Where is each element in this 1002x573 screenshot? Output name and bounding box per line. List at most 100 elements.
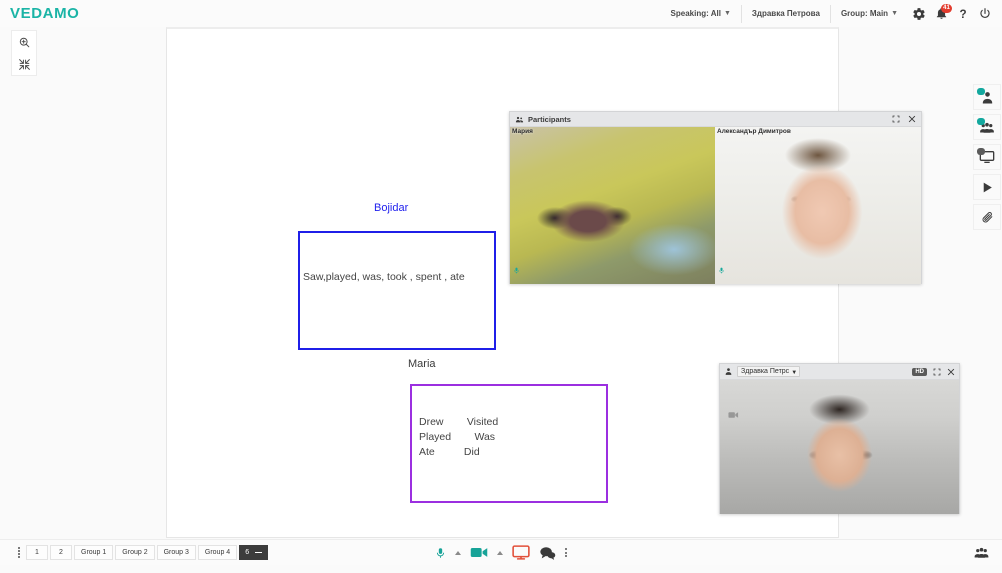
participants-panel-title: Participants xyxy=(528,114,571,124)
page-tab-active[interactable]: 6 xyxy=(239,545,269,560)
status-dot xyxy=(977,88,985,95)
whiteboard-label-maria: Maria xyxy=(408,358,436,370)
whiteboard-label-bojidar: Bojidar xyxy=(374,202,409,214)
close-icon[interactable] xyxy=(908,115,916,123)
help-button[interactable]: ? xyxy=(952,3,974,25)
participant-mic-indicator xyxy=(513,263,520,281)
people-icon xyxy=(515,116,524,122)
app-logo: VEDAMO xyxy=(10,5,80,22)
participants-panel-actions xyxy=(892,115,916,123)
page-tabs: 1 2 Group 1 Group 2 Group 3 Group 4 6 xyxy=(14,545,269,560)
participant-mic-indicator xyxy=(718,263,725,281)
status-dot xyxy=(977,148,985,155)
participant-tile[interactable]: Александър Димитров xyxy=(715,127,921,284)
attendance-button[interactable] xyxy=(973,545,990,560)
drag-handle-icon[interactable] xyxy=(14,547,24,558)
camera-icon xyxy=(728,412,739,418)
rail-item-participants[interactable] xyxy=(973,84,1001,110)
settings-button[interactable] xyxy=(908,3,930,25)
microphone-icon xyxy=(436,547,445,558)
user-label: Здравка Петрова xyxy=(751,8,820,18)
self-video-device-label: Здравка Петрс xyxy=(741,368,790,375)
participant-name: Мария xyxy=(512,128,533,135)
gear-icon xyxy=(913,7,925,20)
more-vertical-icon[interactable] xyxy=(565,548,567,557)
hd-badge[interactable]: HD xyxy=(912,367,927,376)
magnifier-zoom-in-icon xyxy=(19,37,29,48)
participant-tile[interactable]: Мария xyxy=(510,127,715,284)
svg-text:?: ? xyxy=(959,8,966,21)
page-tab[interactable]: 2 xyxy=(50,545,72,560)
self-video-overlay-camera xyxy=(728,406,739,424)
speaking-label: Speaking: All xyxy=(670,8,721,18)
participants-panel-header[interactable]: Participants xyxy=(510,112,921,127)
self-video-device-select[interactable]: Здравка Петрс ▼ xyxy=(737,366,801,377)
expand-icon[interactable] xyxy=(892,115,900,123)
power-icon xyxy=(980,7,990,18)
participants-panel: Participants Мария Александър Димитров xyxy=(509,111,922,284)
logout-button[interactable] xyxy=(974,3,996,25)
participant-video-stream xyxy=(510,127,715,284)
page-tab-label: 6 xyxy=(245,549,250,556)
chevron-up-icon[interactable] xyxy=(455,550,461,555)
notifications-badge: 41 xyxy=(941,3,952,13)
participant-video-stream xyxy=(715,127,921,284)
chevron-down-icon: ▼ xyxy=(791,370,798,376)
page-tab[interactable]: Group 3 xyxy=(156,545,196,560)
page-tab[interactable]: Group 2 xyxy=(115,545,155,560)
paperclip-icon xyxy=(982,211,992,222)
page-tab[interactable]: 1 xyxy=(26,545,48,560)
chevron-down-icon: ▼ xyxy=(891,9,898,17)
rail-item-media-player[interactable] xyxy=(973,174,1001,200)
collapse-arrows-icon xyxy=(18,59,30,70)
camera-icon xyxy=(470,548,488,557)
vedamo-virtual-classroom: VEDAMO Speaking: All ▼ Здравка Петрова G… xyxy=(0,0,1002,573)
close-icon[interactable] xyxy=(947,368,955,376)
microphone-icon xyxy=(719,267,724,274)
self-video-feed xyxy=(720,380,959,514)
whiteboard-text-maria[interactable]: Drew Visited Played Was Ate Did xyxy=(419,415,498,460)
person-icon xyxy=(725,368,732,375)
rail-item-screen-share[interactable] xyxy=(973,144,1001,170)
page-tab[interactable]: Group 4 xyxy=(197,545,238,560)
speaking-selector[interactable]: Speaking: All ▼ xyxy=(661,4,742,23)
play-icon xyxy=(983,182,992,192)
self-video-header: Здравка Петрс ▼ HD xyxy=(720,364,959,380)
group-selector[interactable]: Group: Main ▼ xyxy=(831,5,908,23)
participants-video-grid: Мария Александър Димитров xyxy=(510,127,921,284)
minus-icon[interactable] xyxy=(255,551,263,554)
right-tool-rail xyxy=(972,84,1002,230)
top-bar-right-group: Speaking: All ▼ Здравка Петрова Group: M… xyxy=(661,0,996,27)
session-controls xyxy=(435,545,567,561)
chat-toggle[interactable] xyxy=(539,546,556,560)
status-dot xyxy=(977,118,985,125)
participant-name: Александър Димитров xyxy=(717,128,791,135)
current-user-name: Здравка Петрова xyxy=(742,4,831,23)
expand-icon[interactable] xyxy=(933,368,941,376)
microphone-icon xyxy=(514,267,519,274)
screen-share-icon xyxy=(512,545,530,560)
bottom-bar: 1 2 Group 1 Group 2 Group 3 Group 4 6 xyxy=(0,539,1002,565)
notifications-button[interactable]: 41 xyxy=(930,3,952,25)
chevron-down-icon: ▼ xyxy=(723,9,731,17)
group-label: Group: Main xyxy=(840,8,889,18)
chat-bubbles-icon xyxy=(540,546,556,560)
camera-toggle[interactable] xyxy=(470,546,488,559)
question-mark-icon: ? xyxy=(959,8,966,21)
microphone-toggle[interactable] xyxy=(435,545,446,561)
chevron-up-icon[interactable] xyxy=(497,550,503,555)
zoom-in-button[interactable] xyxy=(15,34,33,51)
self-video-window: Здравка Петрс ▼ HD xyxy=(719,363,960,514)
screen-share-toggle[interactable] xyxy=(512,545,530,560)
self-video-actions: HD xyxy=(912,367,955,376)
bottom-bar-right xyxy=(973,545,990,560)
people-group-icon xyxy=(974,547,989,558)
top-bar: VEDAMO Speaking: All ▼ Здравка Петрова G… xyxy=(0,0,1002,27)
rail-item-attachments[interactable] xyxy=(973,204,1001,230)
rail-item-groups[interactable] xyxy=(973,114,1001,140)
fit-to-screen-button[interactable] xyxy=(15,56,33,73)
page-tab[interactable]: Group 1 xyxy=(74,545,114,560)
self-video-stream[interactable] xyxy=(720,380,959,514)
whiteboard-shape-blue-rectangle[interactable] xyxy=(298,231,496,350)
whiteboard-text-bojidar[interactable]: Saw,played, was, took , spent , ate xyxy=(303,270,465,285)
